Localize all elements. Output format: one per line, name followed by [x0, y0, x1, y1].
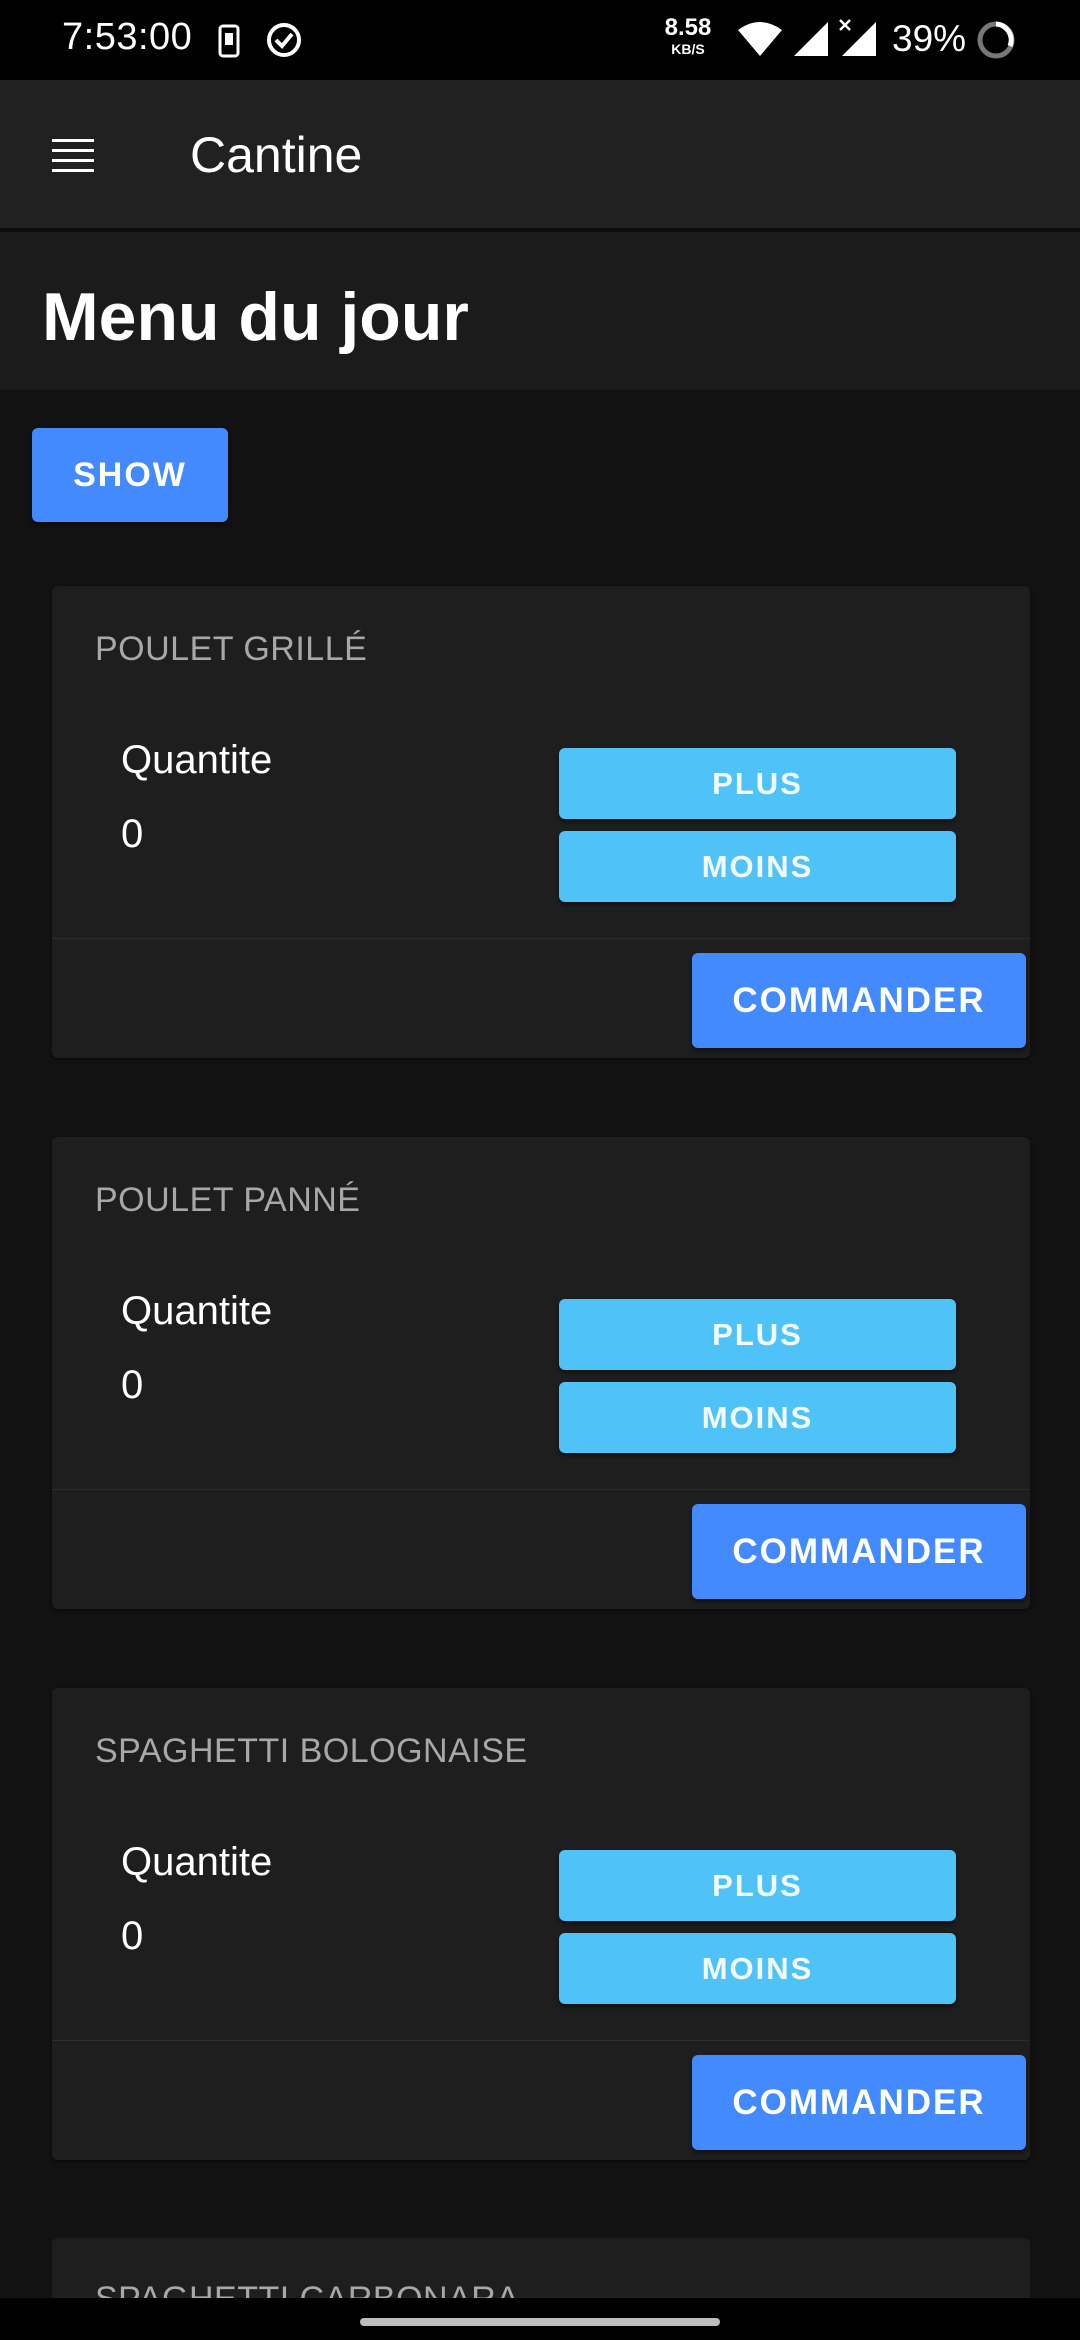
hamburger-menu-icon — [52, 139, 94, 172]
plus-button[interactable]: PLUS — [559, 748, 956, 819]
quantity-value: 0 — [121, 1914, 144, 1958]
moins-button[interactable]: MOINS — [559, 1382, 956, 1453]
show-button[interactable]: SHOW — [32, 428, 228, 522]
plus-button[interactable]: PLUS — [559, 1850, 956, 1921]
network-speed-value: 8.58 — [664, 14, 712, 41]
quantity-label: Quantite — [121, 1289, 273, 1333]
moins-button[interactable]: MOINS — [559, 831, 956, 902]
card-divider — [52, 938, 1030, 939]
plus-button[interactable]: PLUS — [559, 1299, 956, 1370]
quantity-value: 0 — [121, 1363, 144, 1407]
card-divider — [52, 2040, 1030, 2041]
commander-button[interactable]: COMMANDER — [692, 2055, 1026, 2150]
home-gesture-handle[interactable] — [360, 2318, 720, 2326]
wifi-icon — [736, 22, 784, 63]
card-divider — [52, 1489, 1030, 1490]
commander-button[interactable]: COMMANDER — [692, 953, 1026, 1048]
cell-signal-x-icon — [838, 18, 880, 63]
network-speed-unit: KB/S — [671, 41, 705, 57]
dish-name: POULET PANNÉ — [95, 1181, 361, 1219]
menu-item-card: POULET GRILLÉ Quantite 0 PLUS MOINS COMM… — [52, 586, 1030, 1058]
page-title: Menu du jour — [42, 279, 469, 355]
sim-card-icon — [218, 24, 240, 63]
cell-signal-icon — [792, 20, 832, 63]
navigation-bar — [0, 2298, 1080, 2340]
status-bar: 7:53:00 8.58 KB/S 39% — [0, 0, 1080, 80]
menu-item-card: POULET PANNÉ Quantite 0 PLUS MOINS COMMA… — [52, 1137, 1030, 1609]
app-bar: Cantine — [0, 80, 1080, 228]
app-title: Cantine — [190, 127, 363, 183]
commander-button[interactable]: COMMANDER — [692, 1504, 1026, 1599]
menu-button[interactable] — [38, 122, 108, 192]
network-speed: 8.58 KB/S — [660, 14, 716, 57]
status-time: 7:53:00 — [62, 16, 193, 58]
quantity-value: 0 — [121, 812, 144, 856]
menu-item-card: SPAGHETTI BOLOGNAISE Quantite 0 PLUS MOI… — [52, 1688, 1030, 2160]
quantity-label: Quantite — [121, 738, 273, 782]
dish-name: POULET GRILLÉ — [95, 630, 368, 668]
battery-circle-icon — [976, 20, 1016, 65]
data-saver-icon — [264, 20, 304, 65]
moins-button[interactable]: MOINS — [559, 1933, 956, 2004]
battery-percent: 39% — [892, 18, 967, 59]
page-header: Menu du jour — [0, 232, 1080, 390]
dish-name: SPAGHETTI BOLOGNAISE — [95, 1732, 528, 1770]
quantity-label: Quantite — [121, 1840, 273, 1884]
